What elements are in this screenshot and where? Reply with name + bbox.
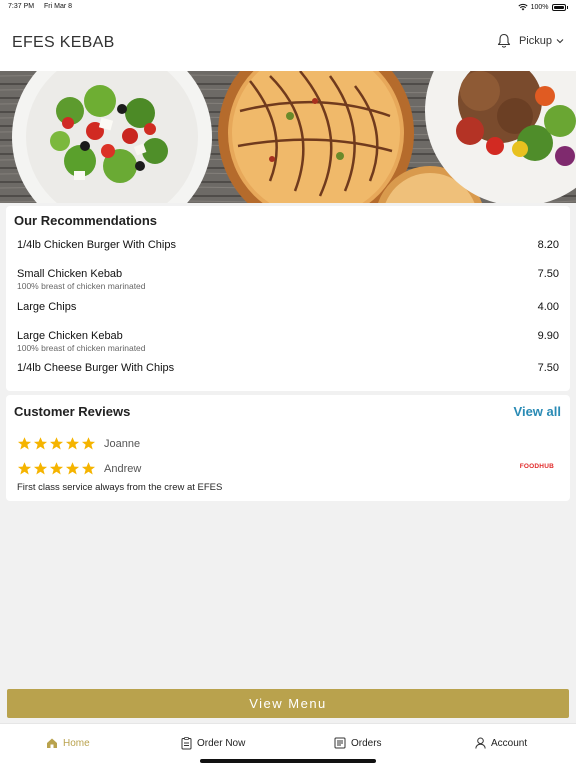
status-date: Fri Mar 8 [44, 3, 73, 10]
review-item: Joanne [17, 436, 140, 451]
reviewer-name: Joanne [104, 437, 141, 450]
item-name: 1/4lb Chicken Burger With Chips [17, 239, 176, 251]
item-name: Small Chicken Kebab [17, 268, 123, 280]
tab-home[interactable]: Home [46, 737, 90, 749]
star-icon [81, 462, 96, 475]
tab-account[interactable]: Account [475, 737, 527, 749]
wifi-icon [518, 3, 528, 11]
reviews-title: Customer Reviews [14, 404, 131, 419]
star-rating [17, 461, 96, 476]
item-price: 7.50 [537, 362, 559, 374]
item-name: 1/4lb Cheese Burger With Chips [17, 362, 175, 374]
tab-label: Account [491, 737, 528, 749]
item-description: 100% breast of chicken marinated [17, 343, 146, 353]
order-mode-label: Pickup [518, 35, 552, 47]
star-icon [17, 462, 32, 475]
view-all-reviews-link[interactable]: View all [514, 404, 561, 419]
reviewer-name: Andrew [104, 462, 142, 475]
star-icon [81, 437, 96, 450]
item-description: 100% breast of chicken marinated [17, 281, 146, 291]
item-name: Large Chicken Kebab [17, 330, 123, 342]
star-icon [65, 437, 80, 450]
tab-label: Order Now [197, 738, 246, 749]
item-name: Large Chips [17, 301, 77, 313]
hero-food-image [0, 71, 576, 203]
recommendations-card: Our Recommendations 1/4lb Chicken Burger… [6, 206, 570, 391]
review-text: First class service always from the crew… [17, 482, 223, 493]
view-menu-button[interactable]: View Menu [7, 689, 569, 718]
item-price: 7.50 [537, 268, 559, 280]
star-icon [33, 462, 48, 475]
star-icon [65, 462, 80, 475]
star-icon [49, 437, 64, 450]
star-icon [33, 437, 48, 450]
star-icon [17, 437, 32, 450]
item-price: 4.00 [537, 301, 559, 313]
chevron-down-icon [556, 39, 564, 44]
status-time: 7:37 PM [8, 3, 35, 10]
review-item: Andrew [17, 461, 141, 476]
star-rating [17, 436, 96, 451]
tab-orders[interactable]: Orders [334, 737, 382, 749]
battery-percent: 100% [530, 3, 549, 11]
item-price: 8.20 [537, 239, 559, 251]
recommendations-title: Our Recommendations [14, 213, 158, 228]
app-header: EFES KEBAB Pickup [0, 14, 576, 72]
foodhub-logo: FOODHUB [519, 463, 554, 470]
brand-title: EFES KEBAB [12, 34, 115, 51]
tab-label: Orders [351, 737, 382, 749]
order-mode-selector[interactable]: Pickup [519, 35, 564, 47]
status-bar: 7:37 PM Fri Mar 8 100% [0, 0, 576, 14]
tab-order-now[interactable]: Order Now [181, 737, 245, 750]
account-icon [475, 737, 486, 749]
notification-bell-icon[interactable] [497, 33, 511, 49]
home-icon [47, 738, 57, 748]
item-price: 9.90 [537, 330, 559, 342]
tab-label: Home [63, 737, 90, 749]
battery-icon [551, 3, 566, 11]
order-icon [181, 737, 192, 750]
orders-icon [334, 737, 346, 749]
star-icon [49, 462, 64, 475]
home-indicator [200, 759, 376, 763]
reviews-card: Customer Reviews View all Joanne Andrew … [6, 395, 570, 501]
